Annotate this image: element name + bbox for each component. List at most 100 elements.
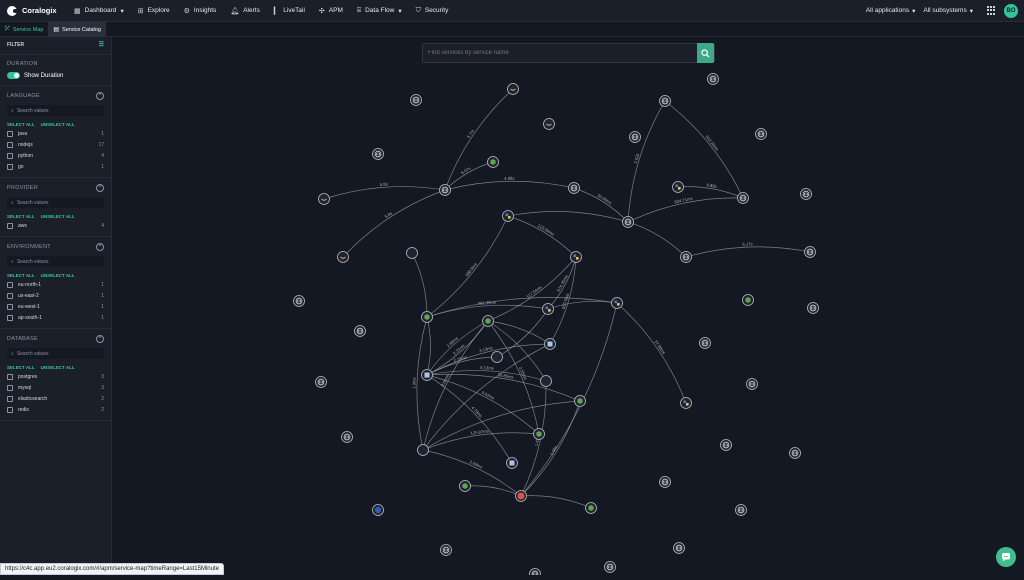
filter-option-redis[interactable]: redis2 <box>0 403 111 414</box>
service-node[interactable] <box>503 211 514 222</box>
unselect-all-link[interactable]: UNSELECT ALL <box>41 273 75 278</box>
tab-service-catalog[interactable]: ▤ Service Catalog <box>48 22 106 37</box>
service-node[interactable] <box>790 448 801 459</box>
nav-item-data-flow[interactable]: ⌸Data Flow▾ <box>350 0 409 22</box>
service-node[interactable] <box>700 338 711 349</box>
checkbox[interactable] <box>7 315 13 321</box>
service-node[interactable] <box>544 119 555 130</box>
service-node[interactable] <box>508 84 519 95</box>
checkbox[interactable] <box>7 164 13 170</box>
tab-service-map[interactable]: ⤱ Service Map <box>0 22 48 37</box>
service-node[interactable] <box>492 352 503 363</box>
service-node[interactable] <box>612 298 623 309</box>
service-node[interactable] <box>543 304 554 315</box>
database-search-input[interactable]: ⌕Search values <box>7 348 104 359</box>
show-duration-toggle[interactable] <box>7 72 20 79</box>
filter-option-ap-south-1[interactable]: ap-south-11 <box>0 311 111 322</box>
service-node[interactable] <box>571 252 582 263</box>
service-node[interactable] <box>805 247 816 258</box>
checkbox[interactable] <box>7 396 13 402</box>
collapse-icon[interactable]: ^ <box>96 184 104 192</box>
service-node[interactable] <box>441 545 452 556</box>
service-node[interactable] <box>422 370 433 381</box>
service-node[interactable] <box>422 312 433 323</box>
collapse-icon[interactable]: ^ <box>96 335 104 343</box>
service-node[interactable] <box>747 379 758 390</box>
select-all-link[interactable]: SELECT ALL <box>7 365 35 370</box>
service-node[interactable] <box>681 398 692 409</box>
service-node[interactable] <box>407 248 418 259</box>
environment-search-input[interactable]: ⌕Search values <box>7 256 104 267</box>
filter-option-mysql[interactable]: mysql3 <box>0 381 111 392</box>
subsystems-selector[interactable]: All subsystems▾ <box>923 7 973 15</box>
service-node[interactable] <box>660 477 671 488</box>
checkbox[interactable] <box>7 385 13 391</box>
service-node[interactable] <box>569 183 580 194</box>
app-logo[interactable]: Coralogix <box>0 6 62 16</box>
service-node[interactable] <box>630 132 641 143</box>
service-node[interactable] <box>319 194 330 205</box>
collapse-icon[interactable]: ^ <box>96 92 104 100</box>
unselect-all-link[interactable]: UNSELECT ALL <box>41 122 75 127</box>
service-node[interactable] <box>411 95 422 106</box>
service-node[interactable] <box>530 569 541 576</box>
service-node[interactable] <box>488 157 499 168</box>
service-node[interactable] <box>373 149 384 160</box>
service-node[interactable] <box>355 326 366 337</box>
chat-support-button[interactable] <box>996 547 1016 567</box>
filter-option-python[interactable]: python4 <box>0 149 111 160</box>
filter-option-eu-west-1[interactable]: eu-west-11 <box>0 300 111 311</box>
service-search-input[interactable] <box>423 50 697 56</box>
service-node[interactable] <box>738 193 749 204</box>
select-all-link[interactable]: SELECT ALL <box>7 214 35 219</box>
service-node[interactable] <box>708 74 719 85</box>
nav-item-dashboard[interactable]: ▦Dashboard▾ <box>67 0 131 22</box>
service-node[interactable] <box>721 440 732 451</box>
nav-item-alerts[interactable]: 🔔︎Alerts <box>223 0 267 22</box>
service-node[interactable] <box>586 503 597 514</box>
apps-grid-icon[interactable] <box>987 6 996 15</box>
filter-option-eu-north-1[interactable]: eu-north-11 <box>0 278 111 289</box>
service-node[interactable] <box>460 481 471 492</box>
service-node[interactable] <box>294 296 305 307</box>
select-all-link[interactable]: SELECT ALL <box>7 273 35 278</box>
service-node[interactable] <box>516 491 527 502</box>
checkbox[interactable] <box>7 407 13 413</box>
service-node[interactable] <box>342 432 353 443</box>
service-node[interactable] <box>575 396 586 407</box>
checkbox[interactable] <box>7 282 13 288</box>
filter-menu-icon[interactable]: ☰ <box>99 41 104 48</box>
filter-option-go[interactable]: go1 <box>0 160 111 171</box>
unselect-all-link[interactable]: UNSELECT ALL <box>41 365 75 370</box>
service-node[interactable] <box>373 505 384 516</box>
collapse-icon[interactable]: ^ <box>96 243 104 251</box>
service-map-graph[interactable]: 5.8s5.8s5.7m6.07s4.98s50.06ms1.62s503.28… <box>112 37 1024 575</box>
nav-item-explore[interactable]: ⊞Explore <box>131 0 177 22</box>
filter-option-aws[interactable]: aws4 <box>0 219 111 230</box>
checkbox[interactable] <box>7 304 13 310</box>
service-node[interactable] <box>808 303 819 314</box>
service-node[interactable] <box>483 316 494 327</box>
service-node[interactable] <box>534 429 545 440</box>
checkbox[interactable] <box>7 293 13 299</box>
service-node[interactable] <box>743 295 754 306</box>
filter-option-elasticsearch[interactable]: elasticsearch2 <box>0 392 111 403</box>
service-node[interactable] <box>507 458 518 469</box>
checkbox[interactable] <box>7 374 13 380</box>
language-search-input[interactable]: ⌕Search values <box>7 105 104 116</box>
filter-option-postgres[interactable]: postgres3 <box>0 370 111 381</box>
service-node[interactable] <box>623 217 634 228</box>
unselect-all-link[interactable]: UNSELECT ALL <box>41 214 75 219</box>
checkbox[interactable] <box>7 153 13 159</box>
service-map-canvas[interactable]: 5.8s5.8s5.7m6.07s4.98s50.06ms1.62s503.28… <box>112 37 1024 575</box>
service-node[interactable] <box>660 96 671 107</box>
filter-option-java[interactable]: java1 <box>0 127 111 138</box>
service-node[interactable] <box>545 339 556 350</box>
service-node[interactable] <box>541 376 552 387</box>
applications-selector[interactable]: All applications▾ <box>866 7 916 15</box>
service-node[interactable] <box>801 189 812 200</box>
checkbox[interactable] <box>7 131 13 137</box>
user-avatar[interactable]: BO <box>1004 4 1018 18</box>
checkbox[interactable] <box>7 223 13 229</box>
nav-item-livetail[interactable]: ▎LiveTail <box>267 0 312 22</box>
